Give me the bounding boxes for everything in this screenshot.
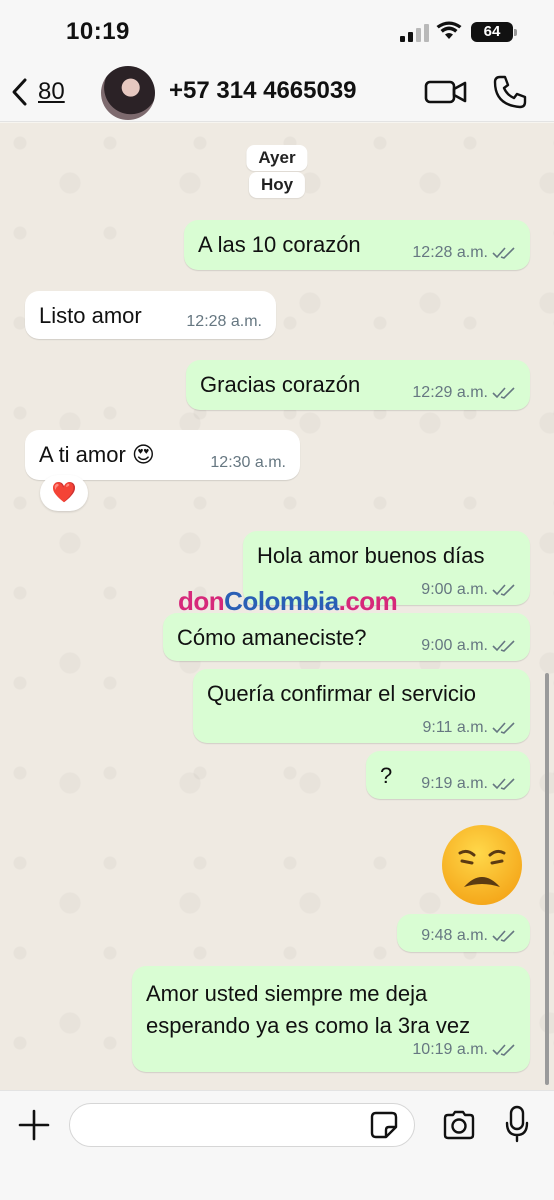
message-time: 9:11 a.m.	[422, 719, 488, 736]
date-label: Ayer	[246, 145, 308, 171]
heart-reaction[interactable]: ❤️	[40, 475, 88, 511]
message-time: 12:28 a.m.	[186, 313, 262, 330]
read-receipt-icon	[492, 722, 515, 734]
read-receipt-icon	[492, 1044, 515, 1056]
message-text: ?	[380, 763, 393, 788]
incoming-message[interactable]: A ti amor 😍 12:30 a.m.	[25, 430, 300, 480]
message-input-bar	[0, 1090, 554, 1200]
watermark-part: don	[178, 586, 225, 616]
outgoing-message[interactable]: Gracias corazón 12:29 a.m.	[186, 360, 530, 410]
read-receipt-icon	[492, 387, 515, 399]
watermark-part: Colombia	[224, 586, 339, 616]
phone-call-icon[interactable]	[492, 74, 528, 110]
emoji-message-meta[interactable]: 9:48 a.m.	[397, 914, 530, 952]
read-receipt-icon	[492, 584, 515, 596]
read-receipt-icon	[492, 247, 515, 259]
read-receipt-icon	[492, 778, 515, 790]
message-text: A ti amor 😍	[39, 442, 155, 467]
chat-area[interactable]: Ayer Hoy A las 10 corazón 12:28 a.m. Lis…	[0, 123, 554, 1090]
message-meta: 9:48 a.m.	[421, 927, 516, 945]
message-time: 10:19 a.m.	[412, 1041, 488, 1058]
plus-icon[interactable]	[18, 1109, 50, 1141]
message-text-line: Amor usted siempre me deja	[146, 981, 428, 1006]
outgoing-message[interactable]: Quería confirmar el servicio 9:11 a.m.	[193, 669, 530, 743]
weary-face-emoji[interactable]	[440, 823, 524, 907]
message-text: Quería confirmar el servicio	[207, 681, 476, 706]
contact-avatar[interactable]	[101, 66, 155, 120]
message-time: 9:00 a.m.	[421, 637, 488, 654]
message-text: Gracias corazón	[200, 372, 361, 397]
message-meta: 9:19 a.m.	[421, 775, 516, 793]
outgoing-message[interactable]: Amor usted siempre me deja esperando ya …	[132, 966, 530, 1072]
status-bar: 10:19 64	[0, 0, 554, 62]
sticker-icon[interactable]	[370, 1111, 398, 1139]
message-text: Listo amor	[39, 303, 142, 328]
message-meta: 9:00 a.m.	[421, 581, 516, 599]
message-time: 9:00 a.m.	[421, 581, 488, 598]
camera-icon[interactable]	[442, 1109, 476, 1141]
read-receipt-icon	[492, 930, 515, 942]
message-meta: 10:19 a.m.	[412, 1034, 516, 1066]
message-time: 12:28 a.m.	[412, 244, 488, 261]
message-meta: 12:30 a.m.	[210, 454, 286, 472]
back-button[interactable]: 80	[10, 72, 65, 112]
message-text: Cómo amaneciste?	[177, 625, 367, 650]
chevron-left-icon	[12, 78, 27, 106]
message-text: A las 10 corazón	[198, 232, 361, 257]
message-text: Hola amor buenos días	[257, 543, 485, 568]
message-meta: 12:28 a.m.	[412, 244, 516, 262]
video-call-icon[interactable]	[424, 76, 468, 108]
wifi-icon	[436, 21, 462, 39]
outgoing-message[interactable]: A las 10 corazón 12:28 a.m.	[184, 220, 530, 270]
message-time: 9:48 a.m.	[421, 927, 488, 944]
incoming-message[interactable]: Listo amor 12:28 a.m.	[25, 291, 276, 339]
outgoing-message[interactable]: Cómo amaneciste? 9:00 a.m.	[163, 613, 530, 661]
message-input[interactable]	[69, 1103, 415, 1147]
read-receipt-icon	[492, 640, 515, 652]
message-meta: 9:11 a.m.	[422, 719, 516, 737]
message-meta: 12:28 a.m.	[186, 313, 262, 331]
message-time: 12:29 a.m.	[412, 384, 488, 401]
message-meta: 12:29 a.m.	[412, 384, 516, 402]
message-time: 12:30 a.m.	[210, 454, 286, 471]
message-time: 9:19 a.m.	[421, 775, 488, 792]
watermark-part: .com	[338, 586, 398, 616]
status-time: 10:19	[66, 18, 130, 45]
chat-header: 80 +57 314 4665039	[0, 62, 554, 122]
message-meta: 9:00 a.m.	[421, 637, 516, 655]
cellular-signal-icon	[400, 24, 430, 42]
date-label: Hoy	[248, 172, 306, 198]
scrollbar[interactable]	[545, 673, 549, 1085]
watermark: donColombia.com	[178, 586, 398, 617]
battery-indicator: 64	[471, 22, 517, 42]
unread-count: 80	[38, 78, 65, 105]
microphone-icon[interactable]	[505, 1105, 529, 1143]
contact-name[interactable]: +57 314 4665039	[169, 77, 357, 105]
outgoing-message[interactable]: ? 9:19 a.m.	[366, 751, 530, 799]
